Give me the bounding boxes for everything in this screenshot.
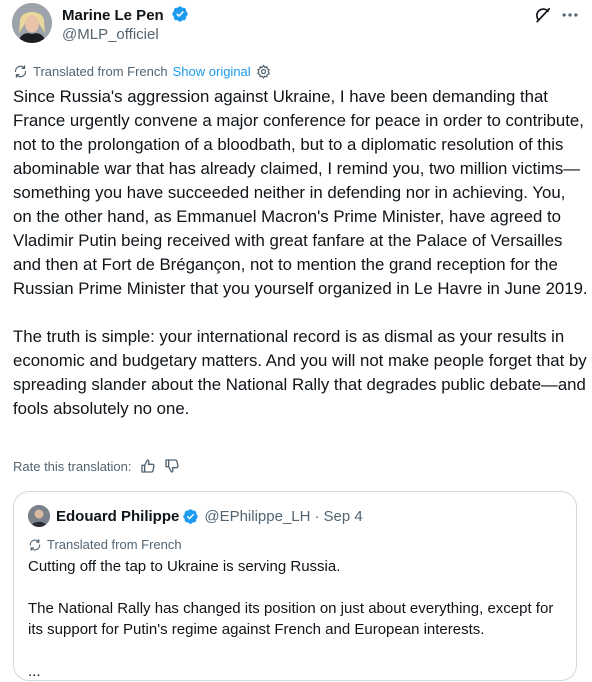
quoted-post-header: Edouard Philippe @EPhilippe_LH · Sep 4 [56, 508, 363, 525]
author-avatar[interactable] [12, 3, 52, 43]
translation-label: Translated from French [33, 63, 168, 79]
author-name[interactable]: Marine Le Pen [62, 5, 189, 27]
quoted-author-avatar[interactable] [28, 505, 50, 527]
show-original-link[interactable]: Show original [173, 64, 251, 79]
translate-icon [13, 64, 28, 79]
quoted-paragraph: The National Rally has changed its posit… [28, 600, 554, 638]
quoted-post-date[interactable]: Sep 4 [323, 508, 362, 525]
separator-dot: · [314, 508, 320, 525]
author-name-text[interactable]: Marine Le Pen [62, 7, 164, 24]
author-handle[interactable]: @MLP_officiel [62, 26, 159, 43]
quoted-post[interactable]: Edouard Philippe @EPhilippe_LH · Sep 4 T… [13, 491, 577, 681]
quoted-author-name[interactable]: Edouard Philippe [56, 508, 179, 525]
quoted-translation-label: Translated from French [47, 537, 182, 552]
post-paragraph: Since Russia's aggression against Ukrain… [13, 87, 588, 298]
post-paragraph: The truth is simple: your international … [13, 327, 587, 418]
translate-icon [28, 538, 42, 552]
quoted-post-text: Cutting off the tap to Ukraine is servin… [28, 556, 568, 682]
translation-notice: Translated from French Show original [13, 62, 271, 80]
rate-translation-label: Rate this translation: [13, 458, 132, 474]
quoted-translation-notice: Translated from French [28, 537, 182, 552]
rate-translation: Rate this translation: [13, 458, 180, 474]
quoted-paragraph: ... [28, 663, 41, 680]
thumbs-up-icon[interactable] [140, 458, 156, 474]
settings-gear-icon[interactable] [256, 64, 271, 79]
verified-badge-icon [171, 5, 189, 27]
grok-icon[interactable] [533, 5, 553, 30]
quoted-author-handle[interactable]: @EPhilippe_LH [204, 508, 310, 525]
post-text: Since Russia's aggression against Ukrain… [13, 85, 588, 421]
verified-badge-icon [182, 508, 199, 525]
more-options-icon[interactable] [560, 5, 580, 30]
thumbs-down-icon[interactable] [164, 458, 180, 474]
quoted-paragraph: Cutting off the tap to Ukraine is servin… [28, 558, 341, 575]
